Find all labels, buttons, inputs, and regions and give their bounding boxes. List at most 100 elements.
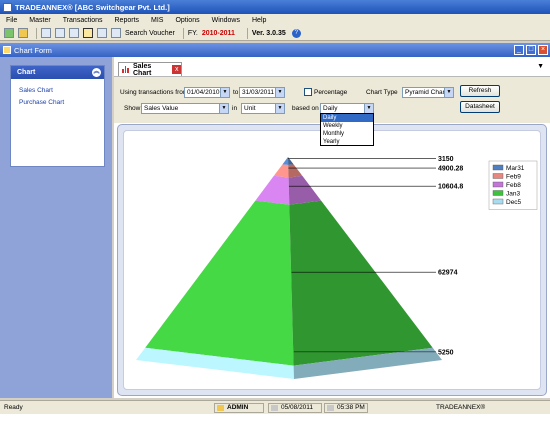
legend-swatch-mar31 <box>492 164 504 171</box>
toolbar-separator <box>246 27 248 39</box>
minimize-button[interactable]: _ <box>514 45 524 55</box>
data-label-feb8: 10604.8 <box>438 184 463 191</box>
pyramid-segment-feb9-right <box>288 164 303 178</box>
main-content: Sales Chart x ▼ Using transactions from … <box>114 57 550 398</box>
pyramid-segment-mar31-right <box>288 157 294 165</box>
datasheet-button[interactable]: Datasheet <box>460 101 500 113</box>
pyramid-segment-jan3-right <box>289 200 433 366</box>
legend-swatch-feb8 <box>492 181 504 188</box>
chart-area: 3150 4900.28 10604.8 62974 5250 Mar31 Feb9 Feb8… <box>117 124 547 396</box>
fy-value: 2010-2011 <box>201 29 235 37</box>
status-date: 05/08/2011 <box>268 403 322 413</box>
clock-icon <box>327 405 334 411</box>
app-title-bar: TRADEANNEX® [ABC Switchgear Pvt. Ltd.] <box>0 0 550 14</box>
chevron-down-icon[interactable]: ▼ <box>364 104 373 113</box>
bar-chart-icon <box>122 66 130 73</box>
dropdown-option-weekly[interactable]: Weekly <box>321 122 373 130</box>
percentage-label: Percentage <box>314 89 348 96</box>
dropdown-option-daily[interactable]: Daily <box>321 114 373 122</box>
menu-transactions[interactable]: Transactions <box>63 17 103 24</box>
search-voucher-button[interactable]: Search Voucher <box>125 30 175 37</box>
grid-icon[interactable] <box>41 28 51 38</box>
form-title: Chart Form <box>14 45 52 55</box>
bottom-strip <box>0 414 550 429</box>
using-label: Using transactions from <box>120 89 189 96</box>
chart-panel-header[interactable]: Chart ︽ <box>11 66 104 79</box>
list-icon[interactable] <box>69 28 79 38</box>
menu-mis[interactable]: MIS <box>151 17 163 24</box>
status-time: 05:38 PM <box>324 403 368 413</box>
data-label-feb9: 4900.28 <box>438 166 463 173</box>
menu-file[interactable]: File <box>6 17 17 24</box>
menu-master[interactable]: Master <box>29 17 50 24</box>
chevron-down-icon[interactable]: ▼ <box>444 88 453 97</box>
legend-label-feb9: Feb9 <box>506 174 521 181</box>
pyramid-segment-feb8-left <box>255 175 290 205</box>
folder-icon[interactable] <box>18 28 28 38</box>
percentage-checkbox[interactable] <box>304 88 312 96</box>
app-title: TRADEANNEX® [ABC Switchgear Pvt. Ltd.] <box>15 2 170 12</box>
menu-options[interactable]: Options <box>175 17 199 24</box>
tab-sales-chart[interactable]: Sales Chart x <box>118 62 182 77</box>
app-icon <box>3 2 12 12</box>
dropdown-option-monthly[interactable]: Monthly <box>321 130 373 138</box>
pyramid-segment-feb8-right <box>288 175 322 205</box>
chart-frame: 3150 4900.28 10604.8 62974 5250 Mar31 Feb9 Feb8… <box>123 130 541 390</box>
sidebar: Chart ︽ Sales Chart Purchase Chart <box>0 57 112 398</box>
status-date-value: 05/08/2011 <box>281 404 314 411</box>
tab-close-icon[interactable]: x <box>172 65 181 74</box>
version-label: Ver. 3.0.35 <box>251 29 286 37</box>
chart-type-select[interactable]: Pyramid Chart ▼ <box>402 87 454 98</box>
to-date-value: 31/03/2011 <box>242 89 275 96</box>
sidebar-item-sales-chart[interactable]: Sales Chart <box>11 87 104 94</box>
sidebar-item-purchase-chart[interactable]: Purchase Chart <box>11 99 104 106</box>
toolbar: Search Voucher FY. 2010-2011 Ver. 3.0.35… <box>0 26 550 41</box>
from-date-picker[interactable]: 01/04/2010 ▼ <box>184 87 230 98</box>
chart-panel: Chart ︽ Sales Chart Purchase Chart <box>10 65 105 167</box>
legend-swatch-jan3 <box>492 190 504 196</box>
pyramid-segment-feb9-left <box>273 164 289 178</box>
chevron-down-icon[interactable]: ▼ <box>275 88 284 97</box>
chevron-down-icon[interactable]: ▼ <box>275 104 284 113</box>
legend-label-jan3: Jan3 <box>506 191 520 198</box>
chevron-down-icon[interactable]: ▼ <box>219 104 228 113</box>
menu-help[interactable]: Help <box>252 17 266 24</box>
table-icon[interactable] <box>55 28 65 38</box>
close-button[interactable]: × <box>538 45 548 55</box>
tab-strip: Sales Chart x ▼ <box>114 57 550 77</box>
collapse-icon[interactable]: ︽ <box>92 68 101 77</box>
menu-bar: File Master Transactions Reports MIS Opt… <box>0 14 550 26</box>
menu-windows[interactable]: Windows <box>212 17 240 24</box>
menu-reports[interactable]: Reports <box>115 17 140 24</box>
based-on-dropdown-list: Daily Weekly Monthly Yearly <box>320 113 374 146</box>
help-icon[interactable]: ? <box>291 28 301 38</box>
chevron-down-icon[interactable]: ▼ <box>220 88 229 97</box>
maximize-button[interactable]: □ <box>526 45 536 55</box>
status-time-value: 05:38 PM <box>337 404 365 411</box>
from-date-value: 01/04/2010 <box>187 89 220 96</box>
unit-select[interactable]: Unit ▼ <box>241 103 285 114</box>
show-select[interactable]: Sales Value ▼ <box>141 103 229 114</box>
pyramid-segment-mar31-left <box>282 157 289 165</box>
chart-type-value: Pyramid Chart <box>405 89 447 96</box>
data-label-jan3: 62974 <box>438 270 458 277</box>
tab-menu-icon[interactable]: ▼ <box>537 63 544 70</box>
legend-label-mar31: Mar31 <box>506 165 525 172</box>
status-brand: TRADEANNEX® <box>436 404 486 411</box>
to-date-picker[interactable]: 31/03/2011 ▼ <box>239 87 285 98</box>
based-on-value: Daily <box>323 105 338 112</box>
chart-panel-title: Chart <box>17 69 36 76</box>
open-icon[interactable] <box>4 28 14 38</box>
print-icon[interactable] <box>97 28 107 38</box>
toolbar-separator <box>36 27 37 39</box>
dropdown-option-yearly[interactable]: Yearly <box>321 138 373 146</box>
toolbar-separator <box>182 27 184 39</box>
in-label: in <box>232 105 238 112</box>
status-user: ADMIN <box>214 403 264 413</box>
user-icon <box>217 405 224 411</box>
search-voucher-icon[interactable] <box>111 28 121 38</box>
chart-icon[interactable] <box>83 28 93 38</box>
legend-swatch-feb9 <box>492 173 504 179</box>
refresh-button[interactable]: Refresh <box>460 85 500 97</box>
data-label-mar31: 3150 <box>438 156 454 163</box>
